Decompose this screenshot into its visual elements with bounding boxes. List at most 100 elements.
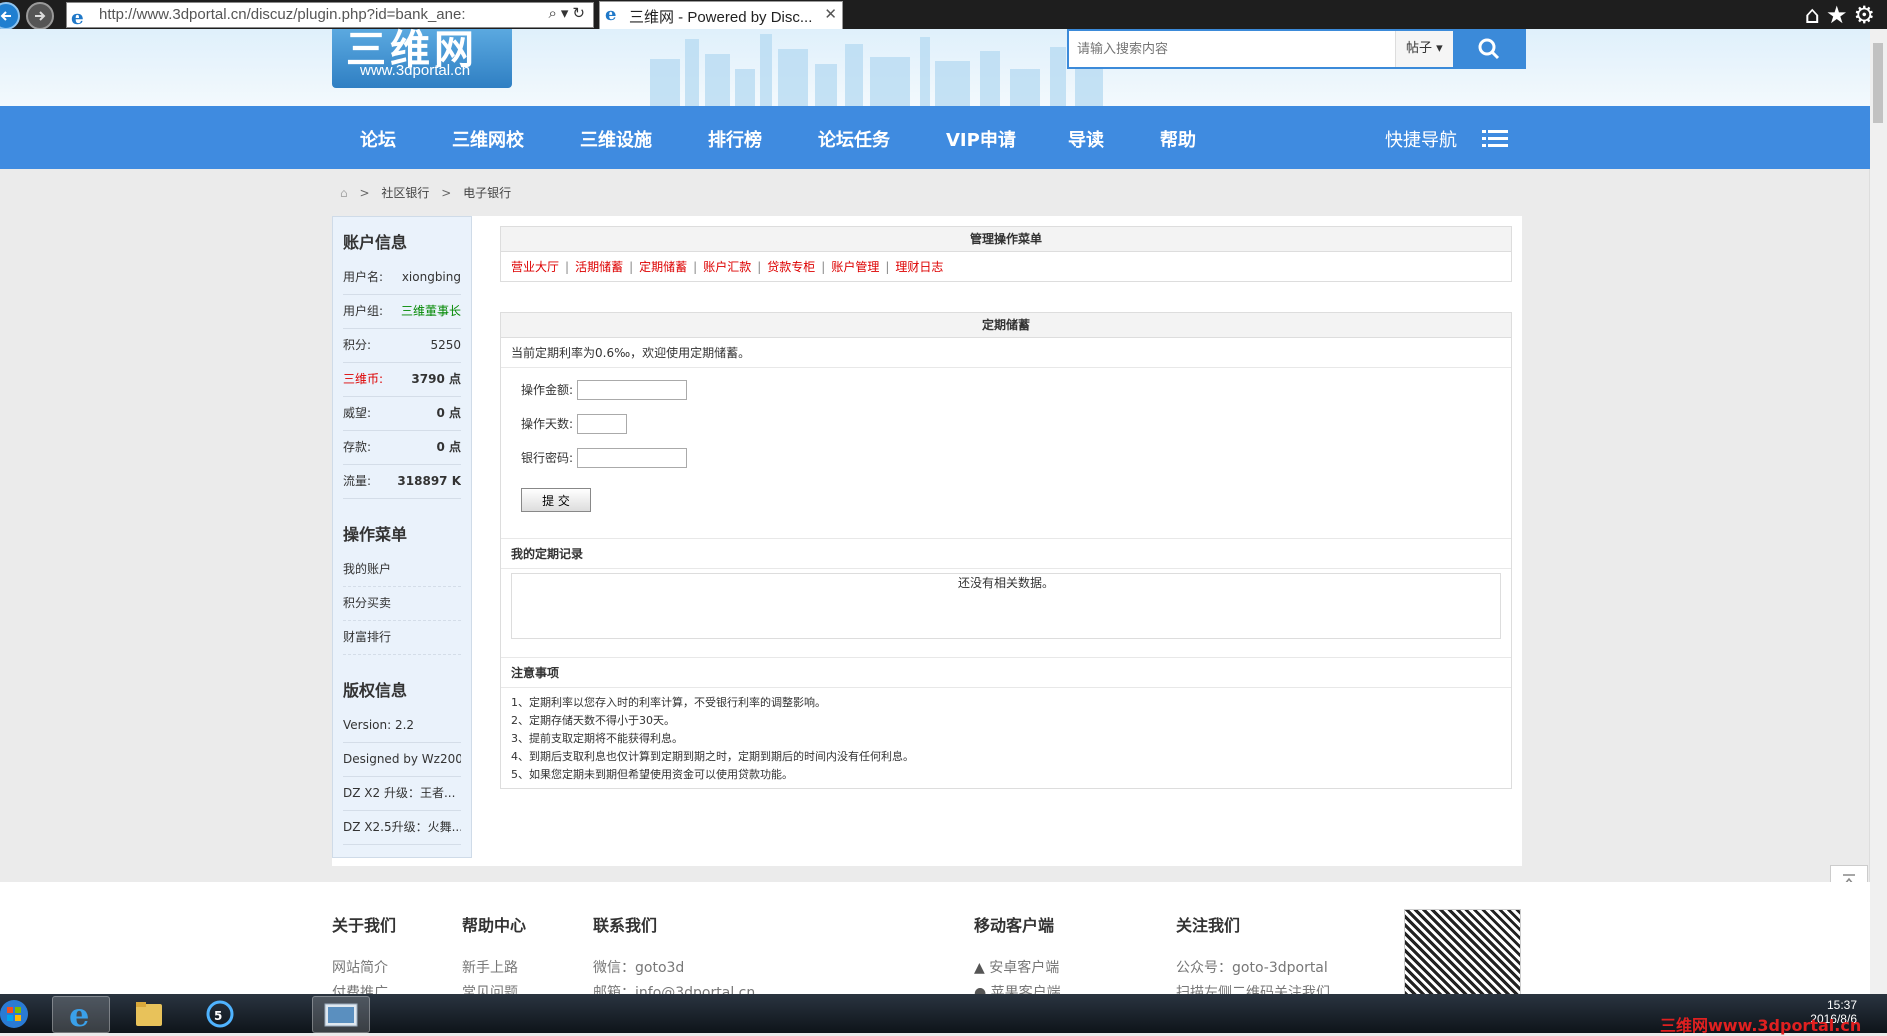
op-link-divider: | <box>693 260 698 274</box>
image-viewer-icon <box>324 1003 358 1027</box>
nav-school[interactable]: 三维网校 <box>452 126 524 152</box>
nav-guide[interactable]: 导读 <box>1068 126 1104 152</box>
svg-text:e: e <box>69 997 89 1032</box>
amount-row: 操作金额: <box>521 380 687 400</box>
copyright-title: 版权信息 <box>343 681 408 700</box>
breadcrumb-separator: > <box>359 186 370 200</box>
page-scrollbar[interactable] <box>1869 29 1887 994</box>
menu-points-trade[interactable]: 积分买卖 <box>343 587 461 621</box>
forward-button[interactable] <box>26 2 54 30</box>
menu-my-account[interactable]: 我的账户 <box>343 553 461 587</box>
username-label: 用户名: <box>343 270 384 284</box>
operation-menu-title: 操作菜单 <box>343 525 408 544</box>
site-logo[interactable]: 三维网 www.3dportal.cn <box>332 26 512 88</box>
footer-android-link[interactable]: ▲ 安卓客户端 <box>974 956 1061 981</box>
qr-code <box>1404 909 1521 996</box>
copyright-version: Version: 2.2 <box>343 709 461 743</box>
op-link-divider: | <box>821 260 826 274</box>
copyright-designer: Designed by Wz200... <box>343 743 461 777</box>
copyright-x2-upgrade: DZ X2 升级：王者... <box>343 777 461 811</box>
android-label: 安卓客户端 <box>989 960 1060 976</box>
op-link-loans[interactable]: 贷款专柜 <box>767 260 815 274</box>
windows-logo-icon <box>0 1000 28 1028</box>
scrollbar-thumb[interactable] <box>1873 43 1883 123</box>
days-input[interactable] <box>577 414 627 434</box>
op-link-divider: | <box>757 260 762 274</box>
prestige-value: 0 点 <box>436 406 461 420</box>
deposit-row: 存款: 0 点 <box>343 431 461 465</box>
nav-facilities[interactable]: 三维设施 <box>580 126 652 152</box>
footer-contact: 联系我们 微信：goto3d 邮箱：info@3dportal.cn <box>593 912 755 1006</box>
deposit-label: 存款: <box>343 440 372 454</box>
breadcrumb-community-bank[interactable]: 社区银行 <box>381 186 429 200</box>
tab-favicon-icon: e <box>605 4 617 25</box>
amount-input[interactable] <box>577 380 687 400</box>
windows-taskbar: e 5 15:37 2016/8/6 <box>0 994 1887 1034</box>
menu-wealth-ranking[interactable]: 财富排行 <box>343 621 461 655</box>
tab-title[interactable]: 三维网 - Powered by Disc... <box>629 6 821 27</box>
breadcrumb-separator: > <box>441 186 452 200</box>
op-link-current-savings[interactable]: 活期储蓄 <box>575 260 623 274</box>
footer-help-title: 帮助中心 <box>462 916 527 935</box>
skyline-decoration <box>650 34 1103 106</box>
clock-time: 15:37 <box>1826 998 1857 1012</box>
bank-password-input[interactable] <box>577 448 687 468</box>
op-link-finance-log[interactable]: 理财日志 <box>895 260 943 274</box>
group-label: 用户组: <box>343 304 384 318</box>
nav-forum[interactable]: 论坛 <box>360 126 396 152</box>
footer-about: 关于我们 网站简介 付费推广 <box>332 912 396 1006</box>
back-button[interactable] <box>0 2 20 30</box>
tab-close-icon[interactable]: ✕ <box>824 5 837 23</box>
nav-vip[interactable]: VIP申请 <box>946 126 1016 152</box>
password-label: 银行密码: <box>521 450 574 465</box>
prestige-label: 威望: <box>343 406 372 420</box>
footer-mobile: 移动客户端 ▲ 安卓客户端 ● 苹果客户端 <box>974 912 1061 1006</box>
points-label: 积分: <box>343 338 372 352</box>
rate-text: 当前定期利率为0.6‰，欢迎使用定期储蓄。 <box>501 338 1511 368</box>
footer-about-link[interactable]: 网站简介 <box>332 956 396 981</box>
footer-help-link[interactable]: 新手上路 <box>462 956 526 981</box>
op-link-divider: | <box>629 260 634 274</box>
main-container: 账户信息 用户名: xiongbing 用户组: 三维董事长 积分: 5250 三维币… <box>332 216 1522 866</box>
search-refresh-icons[interactable]: ⌕▾↻ <box>549 4 590 22</box>
footer-follow: 关注我们 公众号：goto-3dportal 扫描左侧二维码关注我们 <box>1176 912 1330 1006</box>
browser-toolbar: e http://www.3dportal.cn/discuz/plugin.p… <box>0 0 1887 30</box>
taskbar-ie[interactable]: e <box>52 996 110 1034</box>
op-link-lobby[interactable]: 营业大厅 <box>511 260 559 274</box>
traffic-value: 318897 K <box>397 474 461 488</box>
op-link-remittance[interactable]: 账户汇款 <box>703 260 751 274</box>
breadcrumb-ebank[interactable]: 电子银行 <box>463 186 511 200</box>
search-icon <box>1478 38 1500 60</box>
footer-wechat: 微信：goto3d <box>593 960 685 976</box>
submit-button[interactable]: 提 交 <box>521 488 591 512</box>
search-button[interactable] <box>1453 31 1524 67</box>
menu-list-icon[interactable] <box>1482 129 1508 149</box>
quick-nav-link[interactable]: 快捷导航 <box>1385 126 1457 152</box>
points-value: 5250 <box>430 338 461 352</box>
traffic-row: 流量: 318897 K <box>343 465 461 499</box>
password-row: 银行密码: <box>521 448 687 468</box>
nav-tasks[interactable]: 论坛任务 <box>818 126 890 152</box>
taskbar-image-viewer[interactable] <box>312 996 370 1033</box>
nav-help[interactable]: 帮助 <box>1160 126 1196 152</box>
address-bar[interactable]: e http://www.3dportal.cn/discuz/plugin.p… <box>66 2 594 29</box>
note-item: 1、定期利率以您存入时的利率计算，不受银行利率的调整影响。 <box>511 696 826 709</box>
op-link-divider: | <box>565 260 570 274</box>
start-button[interactable] <box>0 996 40 1031</box>
taskbar-explorer[interactable] <box>122 996 178 1031</box>
home-icon[interactable]: ⌂ <box>340 186 348 200</box>
taskbar-app[interactable]: 5 <box>192 996 248 1031</box>
days-label: 操作天数: <box>521 416 574 431</box>
nav-ranking[interactable]: 排行榜 <box>708 126 762 152</box>
points-row: 积分: 5250 <box>343 329 461 363</box>
ops-menu-panel: 管理操作菜单 营业大厅 | 活期储蓄 | 定期储蓄 | 账户汇款 | 贷款专柜 | 账户管理 | 理财日… <box>500 226 1512 282</box>
op-link-account-mgmt[interactable]: 账户管理 <box>831 260 879 274</box>
browser-tab[interactable]: e 三维网 - Powered by Disc... ✕ <box>599 1 843 30</box>
ops-menu-title: 管理操作菜单 <box>501 227 1511 252</box>
home-favorites-tools-icons[interactable]: ⌂★⚙ <box>1805 1 1881 29</box>
search-type-select[interactable]: 帖子 ▾ <box>1395 31 1456 67</box>
search-input[interactable] <box>1075 37 1379 61</box>
android-icon: ▲ <box>974 960 990 976</box>
group-value[interactable]: 三维董事长 <box>401 295 461 328</box>
op-link-fixed-savings[interactable]: 定期储蓄 <box>639 260 687 274</box>
